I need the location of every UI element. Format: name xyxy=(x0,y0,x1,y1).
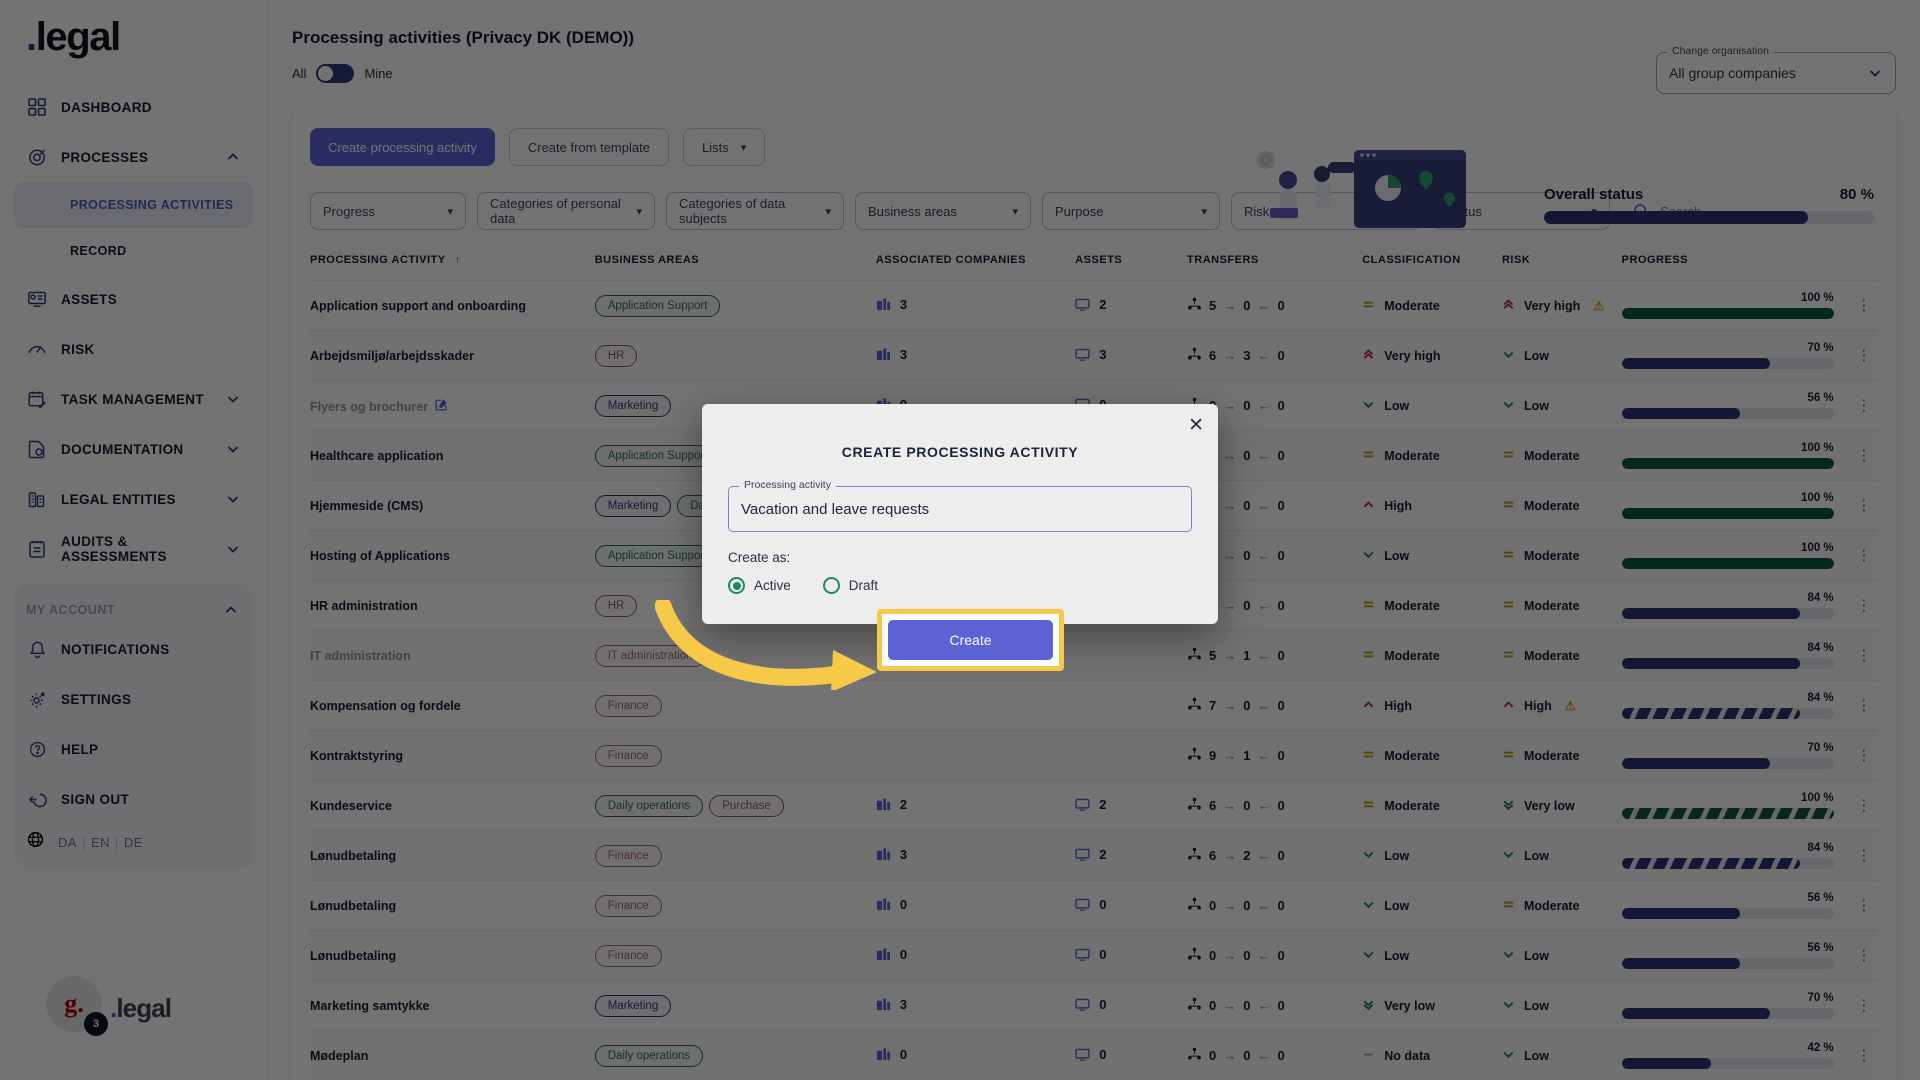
create-button-highlight: Create xyxy=(877,609,1064,671)
processing-activity-field[interactable]: Processing activity xyxy=(728,479,1192,532)
create-as-radio-group: Active Draft xyxy=(728,577,1192,594)
radio-active-label: Active xyxy=(754,578,791,593)
radio-active[interactable]: Active xyxy=(728,577,791,594)
close-icon[interactable]: ✕ xyxy=(1188,416,1204,435)
processing-activity-legend: Processing activity xyxy=(739,479,836,491)
radio-draft-label: Draft xyxy=(848,578,879,593)
radio-draft-dot[interactable] xyxy=(822,577,840,594)
app-root: .legal DASHBOARD PROCESSES xyxy=(0,0,1920,1080)
radio-draft[interactable]: Draft xyxy=(822,577,879,594)
modal-title: CREATE PROCESSING ACTIVITY xyxy=(841,444,1079,460)
create-processing-activity-modal: ✕ CREATE PROCESSING ACTIVITY Processing … xyxy=(702,404,1218,671)
processing-activity-input[interactable] xyxy=(741,500,1179,518)
create-as-label: Create as: xyxy=(728,550,791,565)
create-button[interactable]: Create xyxy=(888,620,1053,660)
radio-active-dot[interactable] xyxy=(728,577,745,594)
